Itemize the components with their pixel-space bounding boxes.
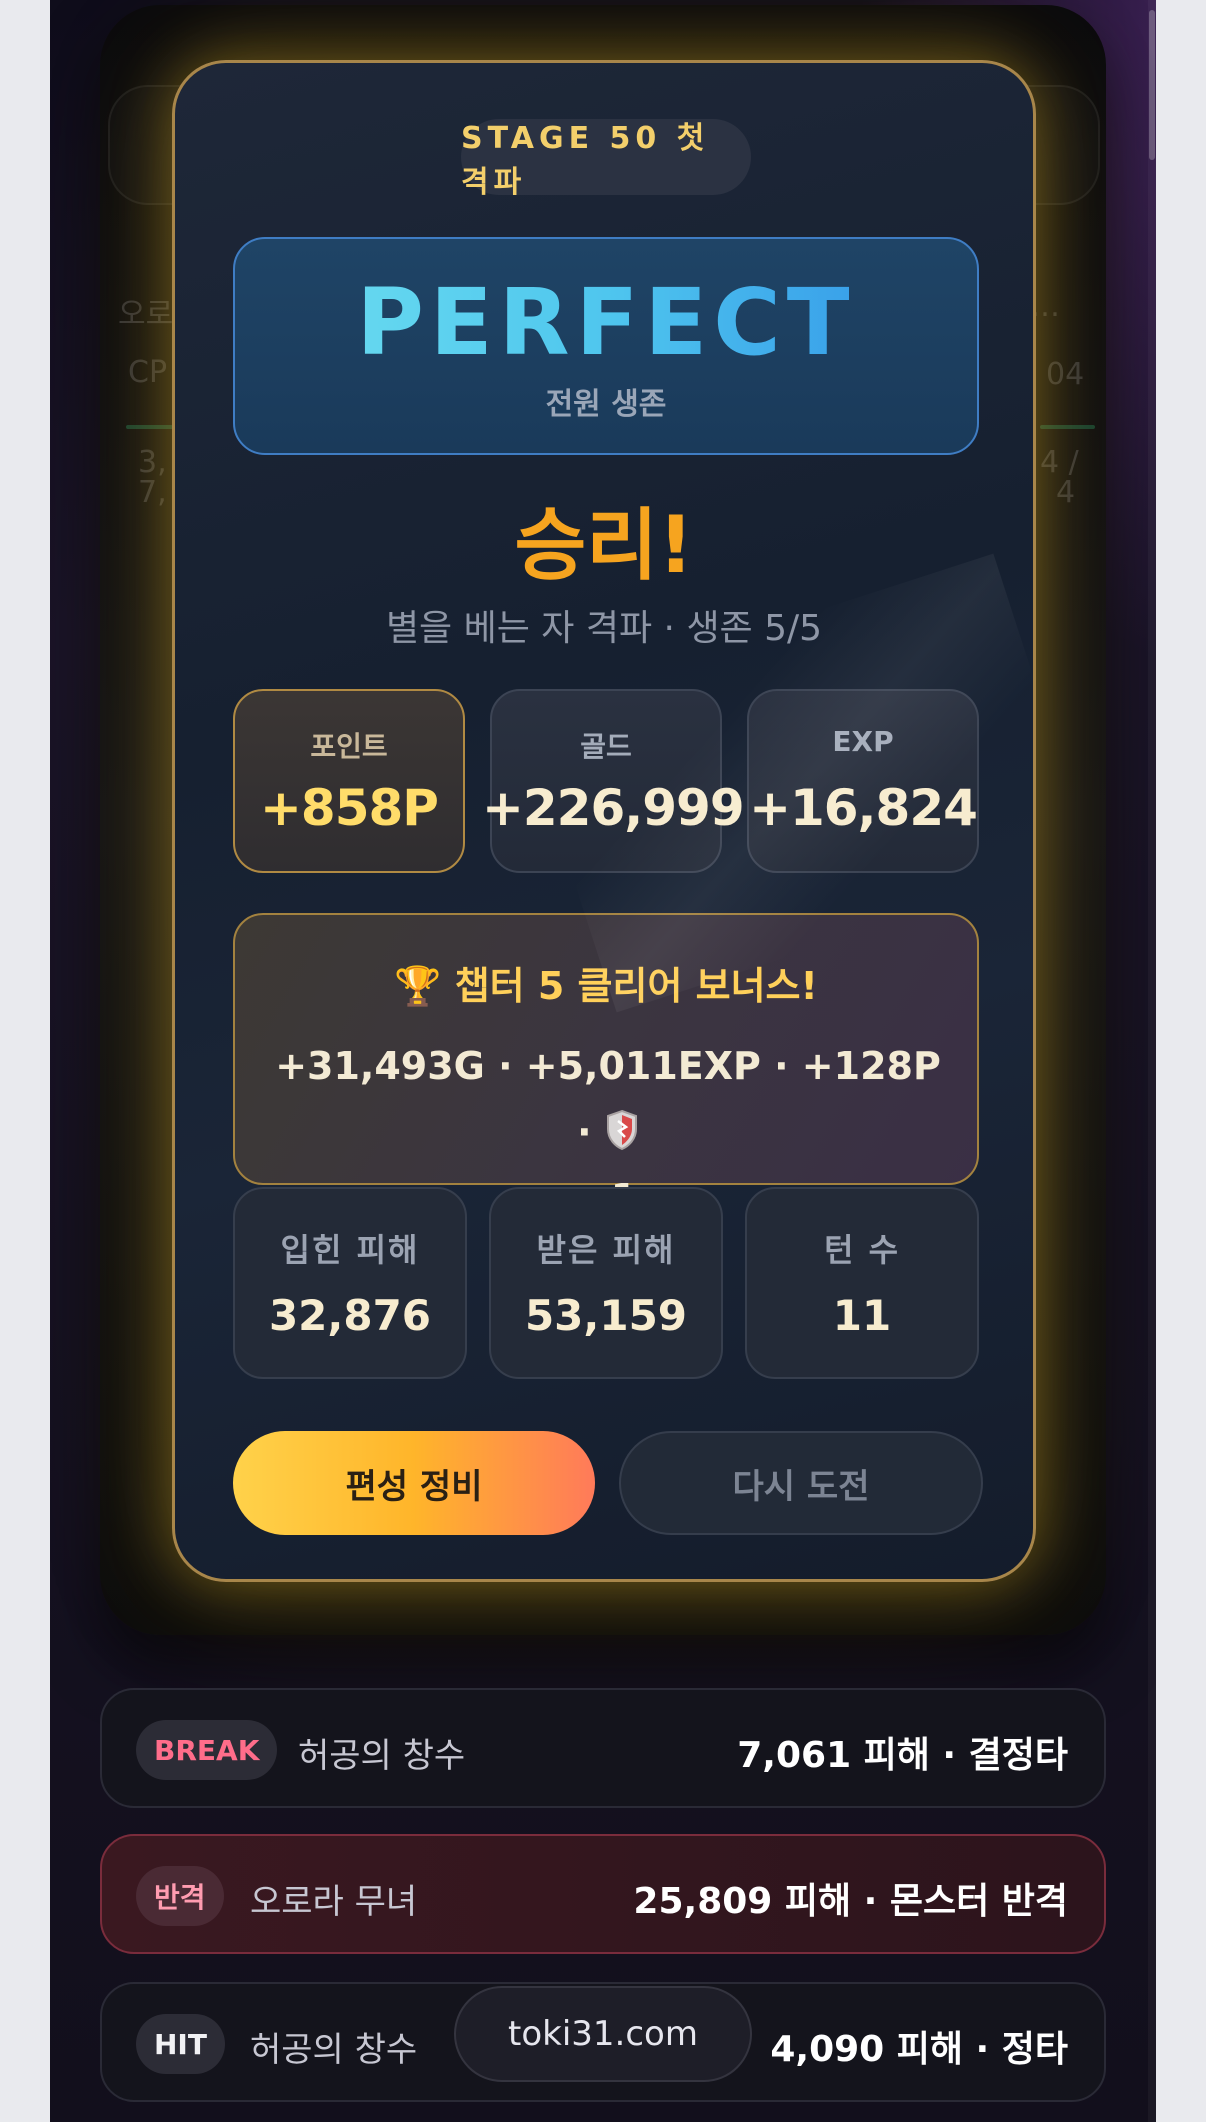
stat-damage-dealt: 입힌 피해 32,876	[233, 1187, 467, 1379]
reward-label: 포인트	[310, 730, 388, 763]
log-tag-hit: HIT	[136, 2014, 225, 2074]
reward-value: +226,999	[482, 779, 745, 837]
ghost-text: 04	[1046, 357, 1085, 392]
stat-label: 받은 피해	[536, 1231, 676, 1269]
formation-button[interactable]: 편성 정비	[233, 1431, 595, 1535]
perfect-rank-banner: PERFECT 전원 생존	[233, 237, 979, 455]
ghost-text: 4	[1056, 475, 1076, 510]
stat-value: 53,159	[524, 1291, 688, 1340]
ghost-hp-bar	[1040, 425, 1095, 429]
battle-result-modal: STAGE 50 첫 격파 PERFECT 전원 생존 승리! 별을 베는 자 …	[172, 60, 1036, 1582]
chapter-bonus-box: 🏆 챕터 5 클리어 보너스! +31,493G · +5,011EXP · +…	[233, 913, 979, 1220]
stat-damage-taken: 받은 피해 53,159	[489, 1187, 723, 1379]
shield-icon	[606, 1109, 637, 1151]
ghost-text: 오로	[118, 297, 174, 332]
game-screen: 오로 CP … 04 3, 7, 4 / 4 STAGE 50 첫 격파 PER…	[50, 0, 1156, 2122]
reward-value: +16,824	[749, 779, 978, 837]
log-actor: 허공의 창수	[250, 2030, 418, 2070]
scrollbar-thumb[interactable]	[1149, 10, 1155, 160]
ghost-text: CP	[128, 355, 168, 390]
log-tag-counter: 반격	[136, 1866, 224, 1926]
rank-subtitle: 전원 생존	[545, 387, 667, 422]
scrollbar[interactable]	[1148, 0, 1156, 2122]
log-actor: 오로라 무녀	[250, 1882, 418, 1922]
log-detail: 4,090 피해 · 정타	[770, 2029, 1068, 2070]
stat-value: 11	[832, 1291, 892, 1340]
stat-value: 32,876	[268, 1291, 432, 1340]
reward-label: 골드	[580, 730, 632, 763]
reward-label: EXP	[832, 725, 894, 758]
reward-gold-card: 골드 +226,999	[482, 689, 745, 873]
battle-log-row: BREAK 허공의 창수 7,061 피해 · 결정타	[100, 1688, 1106, 1808]
stat-label: 턴 수	[823, 1231, 901, 1269]
log-detail: 25,809 피해 · 몬스터 반격	[633, 1881, 1068, 1922]
reward-points-card: 포인트 +858P	[233, 689, 465, 873]
retry-button[interactable]: 다시 도전	[619, 1431, 983, 1535]
reward-value: +858P	[260, 779, 439, 837]
result-subtitle: 별을 베는 자 격파 · 생존 5/5	[385, 608, 823, 649]
rank-title: PERFECT	[235, 269, 977, 376]
stat-label: 입힌 피해	[280, 1231, 420, 1269]
stage-badge: STAGE 50 첫 격파	[461, 119, 751, 200]
result-title: 승리!	[514, 501, 694, 591]
stat-turns: 턴 수 11	[745, 1187, 979, 1379]
battle-log-row: 반격 오로라 무녀 25,809 피해 · 몬스터 반격	[100, 1834, 1106, 1954]
log-detail: 7,061 피해 · 결정타	[737, 1735, 1068, 1776]
url-bar[interactable]: toki31.com	[454, 1986, 752, 2082]
chapter-bonus-title: 🏆 챕터 5 클리어 보너스!	[394, 964, 818, 1008]
log-tag-break: BREAK	[136, 1720, 278, 1780]
reward-exp-card: EXP +16,824	[747, 689, 979, 873]
ghost-text: 7,	[138, 475, 167, 510]
log-actor: 허공의 창수	[298, 1736, 466, 1776]
